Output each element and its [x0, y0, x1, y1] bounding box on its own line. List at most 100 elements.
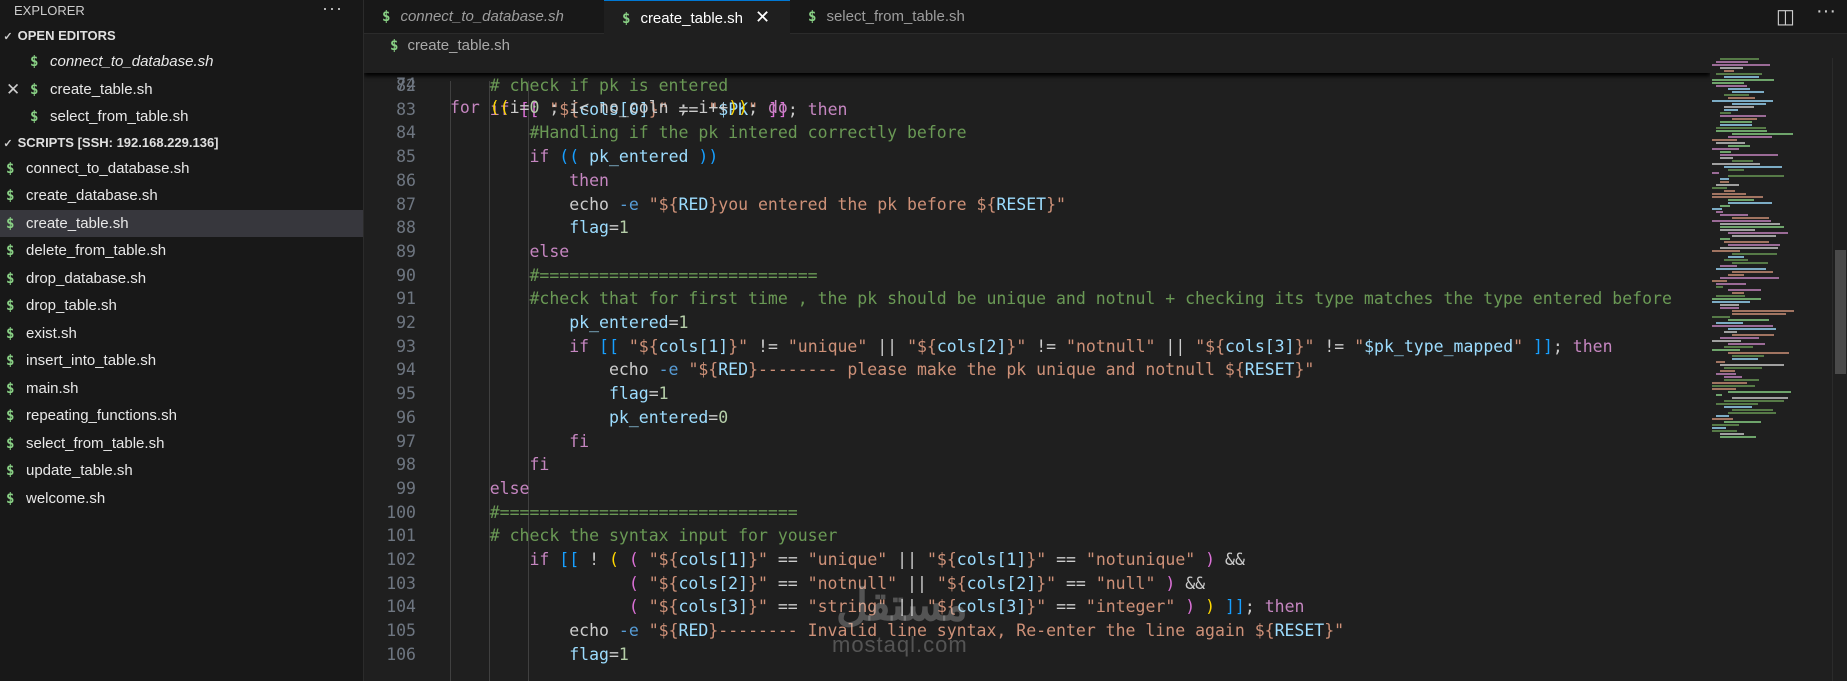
line-number: 103 — [386, 573, 416, 593]
minimap-line — [1712, 148, 1739, 150]
minimap-line — [1728, 232, 1788, 234]
minimap-line — [1732, 292, 1744, 294]
tab-select-from-table[interactable]: $ select_from_table.sh — [790, 0, 1004, 33]
split-editor-icon[interactable]: ◫ — [1776, 4, 1795, 29]
code-line[interactable]: 90 #============================ — [364, 264, 1710, 288]
minimap-line — [1720, 115, 1766, 117]
open-editors-section[interactable]: ✓ OPEN EDITORS — [0, 24, 363, 48]
file-label: delete_from_table.sh — [26, 242, 167, 259]
minimap-line — [1720, 229, 1755, 231]
minimap-line — [1712, 427, 1726, 429]
minimap-line — [1712, 388, 1736, 390]
shell-file-icon: $ — [6, 243, 15, 259]
file-item[interactable]: $ create_database.sh — [0, 182, 363, 210]
code-line[interactable]: 92 pk_entered=1 — [364, 311, 1710, 335]
vertical-scrollbar[interactable] — [1832, 58, 1847, 681]
code-line[interactable]: 102 if [[ ! ( ( "${cols[1]}" == "unique"… — [364, 548, 1710, 572]
code-line[interactable]: 95 flag=1 — [364, 382, 1710, 406]
code-line[interactable]: 82 # check if pk is entered — [364, 74, 1710, 98]
code-line[interactable]: 105 echo -e "${RED}-------- Invalid line… — [364, 619, 1710, 643]
close-tab-icon[interactable]: ✕ — [755, 7, 770, 27]
code-line[interactable]: 89 else — [364, 240, 1710, 264]
code-line[interactable]: 106 flag=1 — [364, 643, 1710, 667]
open-editor-item-active[interactable]: ✕ $ create_table.sh — [0, 76, 363, 104]
code-line[interactable]: 104 ( "${cols[3]}" == "string" || "${col… — [364, 595, 1710, 619]
open-editor-label: connect_to_database.sh — [50, 53, 214, 70]
code-line[interactable]: 96 pk_entered=0 — [364, 406, 1710, 430]
shell-file-icon: $ — [6, 325, 15, 342]
code-text: then — [569, 170, 609, 190]
file-item[interactable]: $ select_from_table.sh — [0, 430, 363, 458]
minimap-line — [1724, 94, 1749, 96]
minimap[interactable] — [1712, 58, 1832, 681]
more-actions-icon[interactable]: ··· — [1816, 0, 1836, 23]
shell-file-icon: $ — [6, 298, 15, 314]
minimap-line — [1724, 166, 1782, 168]
line-number: 74 — [396, 74, 416, 94]
code-line[interactable]: 98 fi — [364, 453, 1710, 477]
minimap-line — [1712, 340, 1741, 342]
file-item[interactable]: $ welcome.sh — [0, 485, 363, 513]
file-item[interactable]: $ repeating_functions.sh — [0, 402, 363, 430]
chevron-down-icon: ✓ — [3, 31, 13, 43]
file-item[interactable]: $ delete_from_table.sh — [0, 237, 363, 265]
breadcrumb-file: create_table.sh — [407, 37, 511, 54]
file-item[interactable]: $ update_table.sh — [0, 457, 363, 485]
minimap-line — [1720, 433, 1744, 435]
sticky-scroll-line[interactable]: 74 for ((i=0 ; i< no_coln ; i++)); do — [364, 58, 1710, 117]
minimap-line — [1712, 430, 1737, 432]
line-number: 87 — [396, 194, 416, 214]
minimap-line — [1712, 349, 1740, 351]
more-actions-icon[interactable]: ··· — [322, 0, 343, 19]
scrollbar-thumb[interactable] — [1835, 250, 1846, 374]
minimap-line — [1716, 127, 1766, 129]
minimap-line — [1716, 73, 1762, 75]
code-line[interactable]: 94 echo -e "${RED}-------- please make t… — [364, 358, 1710, 382]
file-item[interactable]: $ drop_table.sh — [0, 292, 363, 320]
code-line[interactable]: 91 #check that for first time , the pk s… — [364, 287, 1710, 311]
minimap-line — [1724, 406, 1752, 408]
code-line[interactable]: 101 # check the syntax input for youser — [364, 524, 1710, 548]
code-line[interactable]: 87 echo -e "${RED}you entered the pk bef… — [364, 193, 1710, 217]
code-line[interactable]: 100 #============================== — [364, 501, 1710, 525]
code-line[interactable]: 97 fi — [364, 430, 1710, 454]
code-line[interactable]: 93 if [[ "${cols[1]}" != "unique" || "${… — [364, 335, 1710, 359]
close-icon[interactable]: ✕ — [6, 76, 20, 104]
open-editor-item[interactable]: $ select_from_table.sh — [0, 103, 363, 131]
file-item[interactable]: $ drop_database.sh — [0, 265, 363, 293]
minimap-line — [1716, 211, 1723, 213]
code-line[interactable]: 103 ( "${cols[2]}" == "notnull" || "${co… — [364, 572, 1710, 596]
open-editor-item[interactable]: $ connect_to_database.sh — [0, 48, 363, 76]
code-editor[interactable]: 74 for ((i=0 ; i< no_coln ; i++)); do 82… — [364, 58, 1710, 681]
code-line[interactable]: 84 #Handling if the pk intered correctly… — [364, 121, 1710, 145]
workspace-folder-section[interactable]: ✓ SCRIPTS [SSH: 192.168.229.136] — [0, 131, 363, 155]
file-item[interactable]: $ main.sh — [0, 375, 363, 403]
minimap-line — [1724, 346, 1753, 348]
file-item[interactable]: $ exist.sh — [0, 320, 363, 348]
minimap-line — [1728, 169, 1744, 171]
minimap-line — [1728, 412, 1776, 414]
file-label: update_table.sh — [26, 462, 133, 479]
minimap-line — [1724, 109, 1738, 111]
minimap-line — [1712, 382, 1747, 384]
explorer-sidebar: EXPLORER ··· ✓ OPEN EDITORS $ connect_to_… — [0, 0, 364, 681]
chevron-down-icon: ✓ — [3, 137, 13, 150]
code-line[interactable]: 85 if (( pk_entered )) — [364, 145, 1710, 169]
shell-file-icon: $ — [6, 380, 15, 397]
file-item[interactable]: $ connect_to_database.sh — [0, 155, 363, 183]
minimap-line — [1712, 64, 1770, 66]
minimap-line — [1716, 295, 1745, 297]
tab-connect-to-database[interactable]: $ connect_to_database.sh — [364, 0, 588, 33]
code-line[interactable]: 88 flag=1 — [364, 216, 1710, 240]
minimap-line — [1724, 367, 1762, 369]
code-line[interactable]: 99 else — [364, 477, 1710, 501]
minimap-line — [1716, 130, 1767, 132]
minimap-line — [1720, 181, 1729, 183]
breadcrumb[interactable]: $ create_table.sh — [364, 34, 510, 58]
minimap-line — [1720, 370, 1735, 372]
minimap-line — [1720, 436, 1756, 438]
tab-create-table[interactable]: $ create_table.sh ✕ — [604, 0, 790, 35]
file-item[interactable]: $ insert_into_table.sh — [0, 347, 363, 375]
code-line[interactable]: 86 then — [364, 169, 1710, 193]
file-item-selected[interactable]: $ create_table.sh — [0, 209, 363, 237]
